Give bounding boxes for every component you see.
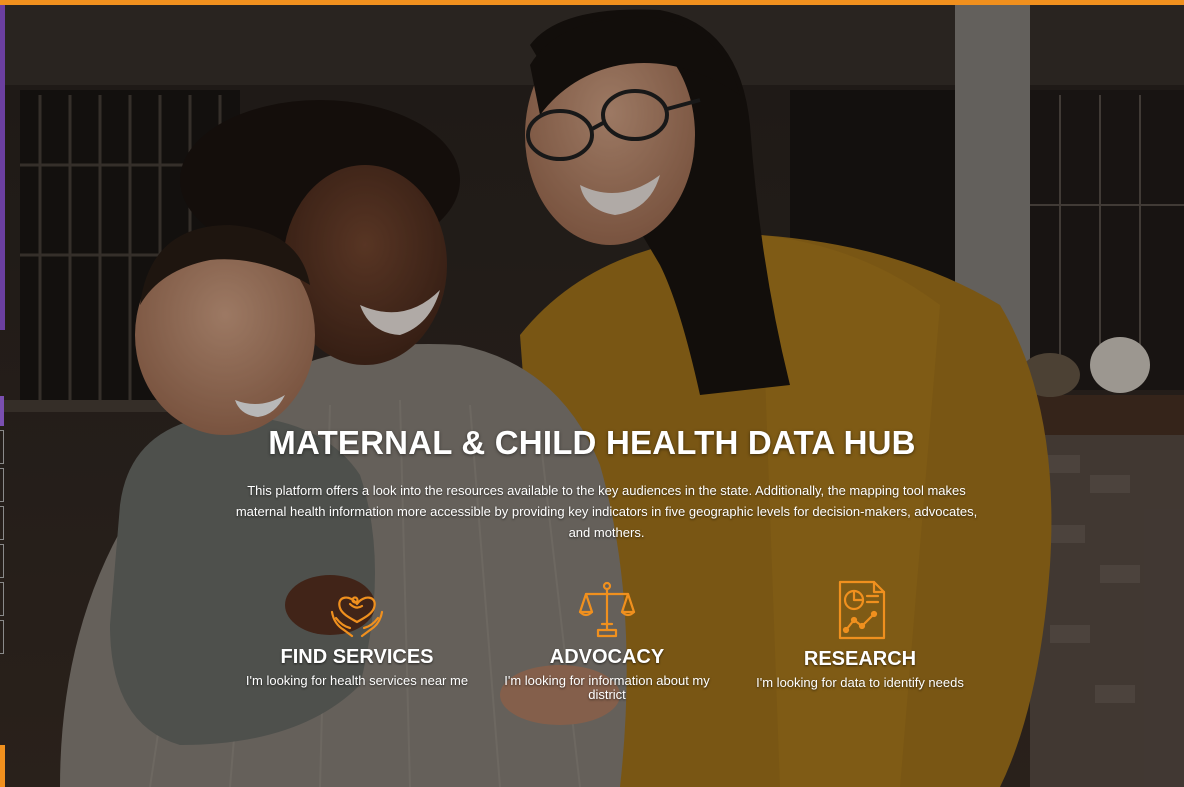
hero-description: This platform offers a look into the res… bbox=[235, 483, 978, 540]
top-accent-bar bbox=[0, 0, 1184, 5]
research-description: I'm looking for data to identify needs bbox=[756, 675, 964, 690]
scales-icon bbox=[578, 581, 636, 638]
advocacy-label: ADVOCACY bbox=[549, 646, 665, 668]
find-services-label: FIND SERVICES bbox=[280, 646, 434, 668]
research-label: RESEARCH bbox=[803, 648, 917, 670]
find-services-description: I'm looking for health services near me bbox=[245, 673, 469, 688]
page: MATERNAL & CHILD HEALTH DATA HUB This pl… bbox=[0, 0, 1184, 787]
report-chart-icon bbox=[838, 580, 886, 640]
slide-indicator-7[interactable] bbox=[0, 620, 4, 654]
advocacy-card[interactable]: ADVOCACY I'm looking for information abo… bbox=[492, 580, 722, 702]
bottom-left-accent bbox=[0, 745, 5, 787]
slide-indicator-3[interactable] bbox=[0, 468, 4, 502]
research-card[interactable]: RESEARCH I'm looking for data to identif… bbox=[745, 580, 975, 690]
left-accent-bar bbox=[0, 5, 5, 330]
slide-indicator-5[interactable] bbox=[0, 544, 4, 578]
advocacy-description: I'm looking for information about my dis… bbox=[504, 673, 710, 702]
slide-indicator-4[interactable] bbox=[0, 506, 4, 540]
page-title: MATERNAL & CHILD HEALTH DATA HUB bbox=[268, 424, 916, 461]
heart-hands-icon bbox=[330, 596, 384, 638]
find-services-card[interactable]: FIND SERVICES I'm looking for health ser… bbox=[242, 580, 472, 688]
slide-indicator-6[interactable] bbox=[0, 582, 4, 616]
slide-indicator-1[interactable] bbox=[0, 396, 4, 426]
